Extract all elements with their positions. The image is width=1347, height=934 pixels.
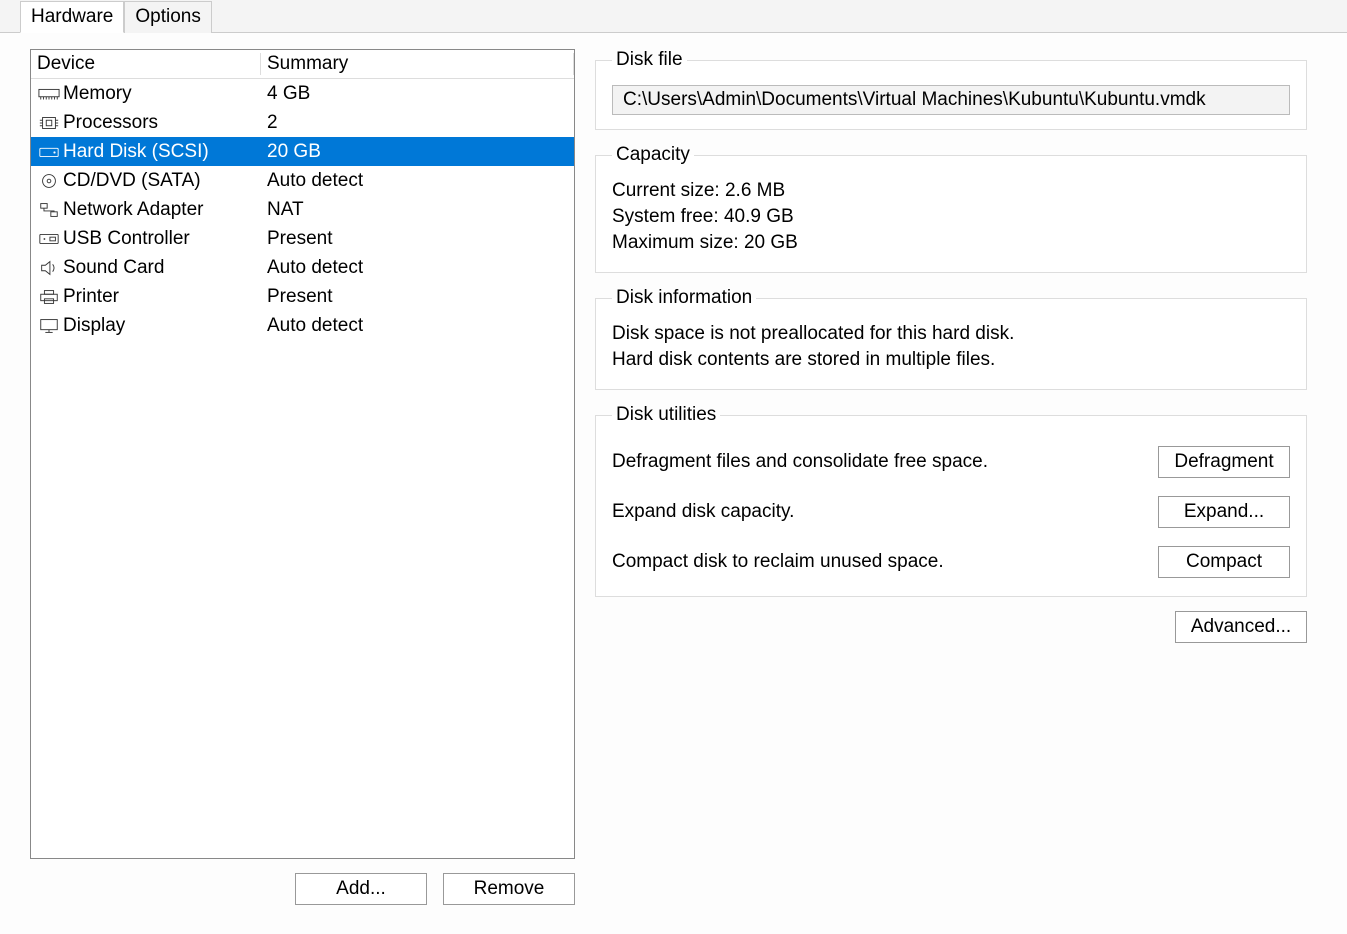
display-icon [37, 316, 61, 336]
tab-bar: Hardware Options [0, 0, 1347, 33]
device-label: Memory [63, 83, 132, 105]
group-disk-utilities: Disk utilities Defragment files and cons… [595, 404, 1307, 597]
compact-button[interactable]: Compact [1158, 546, 1290, 578]
compact-desc: Compact disk to reclaim unused space. [612, 551, 944, 573]
tab-hardware[interactable]: Hardware [20, 1, 124, 33]
device-row-usb[interactable]: USB Controller Present [31, 224, 574, 253]
device-row-cddvd[interactable]: CD/DVD (SATA) Auto detect [31, 166, 574, 195]
device-row-harddisk[interactable]: Hard Disk (SCSI) 20 GB [31, 137, 574, 166]
remove-button[interactable]: Remove [443, 873, 575, 905]
network-icon [37, 200, 61, 220]
device-summary: Present [261, 286, 574, 308]
capacity-legend: Capacity [612, 144, 694, 166]
cpu-icon [37, 113, 61, 133]
disc-icon [37, 171, 61, 191]
device-summary: 4 GB [261, 83, 574, 105]
device-row-processors[interactable]: Processors 2 [31, 108, 574, 137]
device-label: Display [63, 315, 125, 337]
maximum-size-value: 20 GB [744, 232, 798, 253]
printer-icon [37, 287, 61, 307]
current-size-value: 2.6 MB [725, 180, 785, 201]
disk-file-legend: Disk file [612, 49, 687, 71]
system-free-label: System free: [612, 206, 719, 227]
group-capacity: Capacity Current size: 2.6 MB System fre… [595, 144, 1307, 273]
device-summary: Auto detect [261, 170, 574, 192]
device-summary: Auto detect [261, 257, 574, 279]
device-list: Device Summary Memory 4 GB Processors 2 [30, 49, 575, 859]
usb-icon [37, 229, 61, 249]
group-disk-information: Disk information Disk space is not preal… [595, 287, 1307, 390]
defragment-desc: Defragment files and consolidate free sp… [612, 451, 988, 473]
device-row-printer[interactable]: Printer Present [31, 282, 574, 311]
device-row-memory[interactable]: Memory 4 GB [31, 79, 574, 108]
memory-icon [37, 84, 61, 104]
speaker-icon [37, 258, 61, 278]
device-label: USB Controller [63, 228, 190, 250]
maximum-size-label: Maximum size: [612, 232, 739, 253]
current-size-label: Current size: [612, 180, 720, 201]
device-summary: Auto detect [261, 315, 574, 337]
device-label: CD/DVD (SATA) [63, 170, 201, 192]
device-summary: 2 [261, 112, 574, 134]
header-device[interactable]: Device [31, 53, 261, 75]
expand-desc: Expand disk capacity. [612, 501, 794, 523]
disk-info-line2: Hard disk contents are stored in multipl… [612, 349, 1290, 371]
advanced-button[interactable]: Advanced... [1175, 611, 1307, 643]
system-free-value: 40.9 GB [724, 206, 794, 227]
device-label: Hard Disk (SCSI) [63, 141, 209, 163]
device-summary: 20 GB [261, 141, 574, 163]
disk-file-path[interactable]: C:\Users\Admin\Documents\Virtual Machine… [612, 85, 1290, 115]
add-button[interactable]: Add... [295, 873, 427, 905]
device-label: Processors [63, 112, 158, 134]
header-summary[interactable]: Summary [261, 53, 574, 75]
harddisk-icon [37, 142, 61, 162]
device-row-display[interactable]: Display Auto detect [31, 311, 574, 340]
defragment-button[interactable]: Defragment [1158, 446, 1290, 478]
device-row-network[interactable]: Network Adapter NAT [31, 195, 574, 224]
disk-utilities-legend: Disk utilities [612, 404, 720, 426]
device-row-sound[interactable]: Sound Card Auto detect [31, 253, 574, 282]
device-label: Sound Card [63, 257, 164, 279]
device-summary: Present [261, 228, 574, 250]
group-disk-file: Disk file C:\Users\Admin\Documents\Virtu… [595, 49, 1307, 130]
device-label: Network Adapter [63, 199, 203, 221]
disk-info-line1: Disk space is not preallocated for this … [612, 323, 1290, 345]
device-summary: NAT [261, 199, 574, 221]
device-label: Printer [63, 286, 119, 308]
tab-options[interactable]: Options [124, 1, 211, 33]
device-list-header: Device Summary [31, 50, 574, 79]
disk-info-legend: Disk information [612, 287, 756, 309]
expand-button[interactable]: Expand... [1158, 496, 1290, 528]
